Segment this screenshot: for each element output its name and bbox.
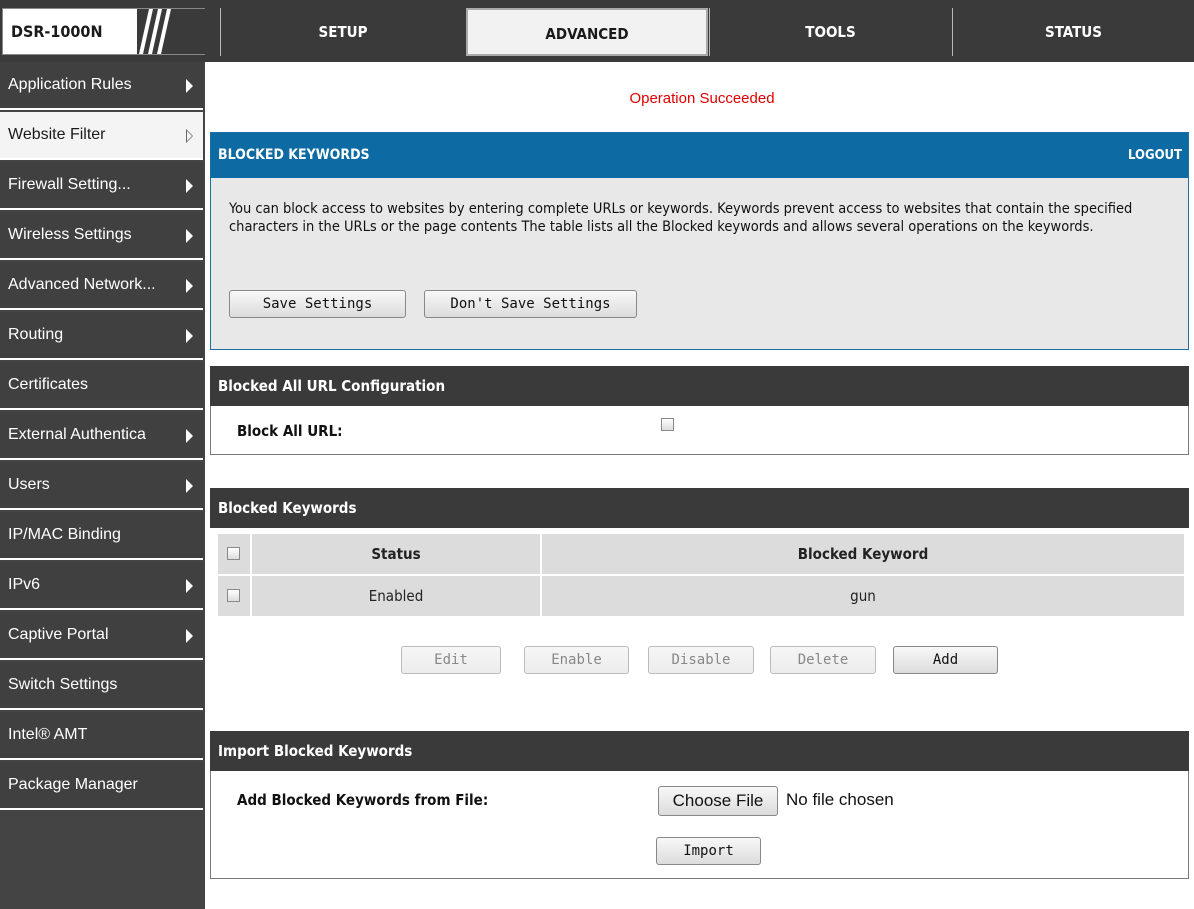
sidebar-item-label: IP/MAC Binding <box>8 526 121 543</box>
top-nav-bar: DSR-1000N SETUP ADVANCED TOOLS STATUS <box>0 0 1194 62</box>
tab-advanced[interactable]: ADVANCED <box>466 8 708 56</box>
sidebar-item-ipv6[interactable]: IPv6 <box>0 562 203 610</box>
column-header-keyword: Blocked Keyword <box>540 532 1186 576</box>
sidebar-item-label: IPv6 <box>8 576 41 593</box>
sidebar-item-firewall-settings[interactable]: Firewall Setting... <box>0 162 203 210</box>
import-file-label: Add Blocked Keywords from File: <box>237 791 489 809</box>
table-header-row: Status Blocked Keyword <box>216 532 1186 576</box>
tab-setup[interactable]: SETUP <box>220 8 465 56</box>
panel-description: You can block access to websites by ente… <box>229 201 1133 235</box>
logout-link[interactable]: LOGOUT <box>1128 133 1182 178</box>
chevron-right-icon <box>186 429 193 443</box>
file-status-text: No file chosen <box>786 790 894 809</box>
enable-button[interactable]: Enable <box>524 646 629 674</box>
table-row[interactable]: Enabled gun <box>216 574 1186 618</box>
sidebar-item-captive-portal[interactable]: Captive Portal <box>0 612 203 660</box>
sidebar-item-label: Website Filter <box>8 126 106 143</box>
select-all-checkbox[interactable] <box>227 547 240 560</box>
sidebar-item-package-manager[interactable]: Package Manager <box>0 762 203 810</box>
sidebar-item-certificates[interactable]: Certificates <box>0 362 203 410</box>
model-name: DSR-1000N <box>11 22 103 41</box>
add-button[interactable]: Add <box>893 646 998 674</box>
sidebar-item-application-rules[interactable]: Application Rules <box>0 62 203 110</box>
block-all-url-label: Block All URL: <box>237 422 343 440</box>
row-select-cell <box>216 574 252 618</box>
sidebar-item-ip-mac-binding[interactable]: IP/MAC Binding <box>0 512 203 560</box>
panel-header: BLOCKED KEYWORDS LOGOUT <box>211 133 1188 178</box>
chevron-right-icon <box>186 629 193 643</box>
sidebar-item-label: Captive Portal <box>8 626 109 643</box>
chevron-right-icon <box>186 229 193 243</box>
row-status: Enabled <box>250 574 542 618</box>
sidebar-item-label: Users <box>8 476 50 493</box>
disable-button[interactable]: Disable <box>648 646 754 674</box>
sidebar-item-routing[interactable]: Routing <box>0 312 203 360</box>
keywords-table: Status Blocked Keyword Enabled gun <box>216 532 1186 618</box>
delete-button[interactable]: Delete <box>770 646 876 674</box>
import-button[interactable]: Import <box>656 837 761 865</box>
tab-tools[interactable]: TOOLS <box>709 8 951 56</box>
block-all-url-checkbox[interactable] <box>661 418 674 431</box>
sidebar-item-label: Switch Settings <box>8 676 118 693</box>
sidebar-item-website-filter[interactable]: Website Filter <box>0 112 203 160</box>
sidebar-item-label: Intel® AMT <box>8 726 88 743</box>
save-settings-button[interactable]: Save Settings <box>229 290 406 318</box>
sidebar-item-external-authentication[interactable]: External Authentica <box>0 412 203 460</box>
chevron-right-icon <box>186 579 193 593</box>
sidebar-item-intel-amt[interactable]: Intel® AMT <box>0 712 203 760</box>
row-checkbox[interactable] <box>227 589 240 602</box>
sidebar: Application Rules Website Filter Firewal… <box>0 62 205 909</box>
block-all-url-header: Blocked All URL Configuration <box>210 366 1189 406</box>
sidebar-item-wireless-settings[interactable]: Wireless Settings <box>0 212 203 260</box>
panel-title: BLOCKED KEYWORDS <box>218 147 370 163</box>
select-all-cell <box>216 532 252 576</box>
import-keywords-header: Import Blocked Keywords <box>210 731 1189 771</box>
sidebar-item-label: External Authentica <box>8 426 146 443</box>
sidebar-item-advanced-network[interactable]: Advanced Network... <box>0 262 203 310</box>
chevron-right-icon <box>186 329 193 343</box>
chevron-right-icon <box>186 279 193 293</box>
edit-button[interactable]: Edit <box>401 646 501 674</box>
chevron-right-icon <box>186 179 193 193</box>
sidebar-item-label: Package Manager <box>8 776 138 793</box>
blocked-keywords-panel: BLOCKED KEYWORDS LOGOUT You can block ac… <box>210 132 1189 350</box>
column-header-status: Status <box>250 532 542 576</box>
sidebar-item-switch-settings[interactable]: Switch Settings <box>0 662 203 710</box>
sidebar-item-label: Firewall Setting... <box>8 176 131 193</box>
sidebar-item-label: Wireless Settings <box>8 226 132 243</box>
row-keyword: gun <box>540 574 1186 618</box>
chevron-right-icon <box>186 129 193 143</box>
blocked-keywords-header: Blocked Keywords <box>210 488 1189 528</box>
brand-slashes-decoration <box>137 9 205 54</box>
brand-logo: DSR-1000N <box>2 8 205 55</box>
dont-save-settings-button[interactable]: Don't Save Settings <box>424 290 637 318</box>
chevron-right-icon <box>186 479 193 493</box>
sidebar-item-label: Routing <box>8 326 64 343</box>
status-message: Operation Succeeded <box>629 90 775 107</box>
block-all-url-section: Block All URL: <box>210 406 1189 455</box>
sidebar-item-label: Certificates <box>8 376 89 393</box>
choose-file-button[interactable]: Choose File <box>658 786 778 816</box>
tab-status[interactable]: STATUS <box>952 8 1194 56</box>
sidebar-item-label: Advanced Network... <box>8 276 156 293</box>
sidebar-item-users[interactable]: Users <box>0 462 203 510</box>
sidebar-item-label: Application Rules <box>8 76 132 93</box>
chevron-right-icon <box>186 79 193 93</box>
